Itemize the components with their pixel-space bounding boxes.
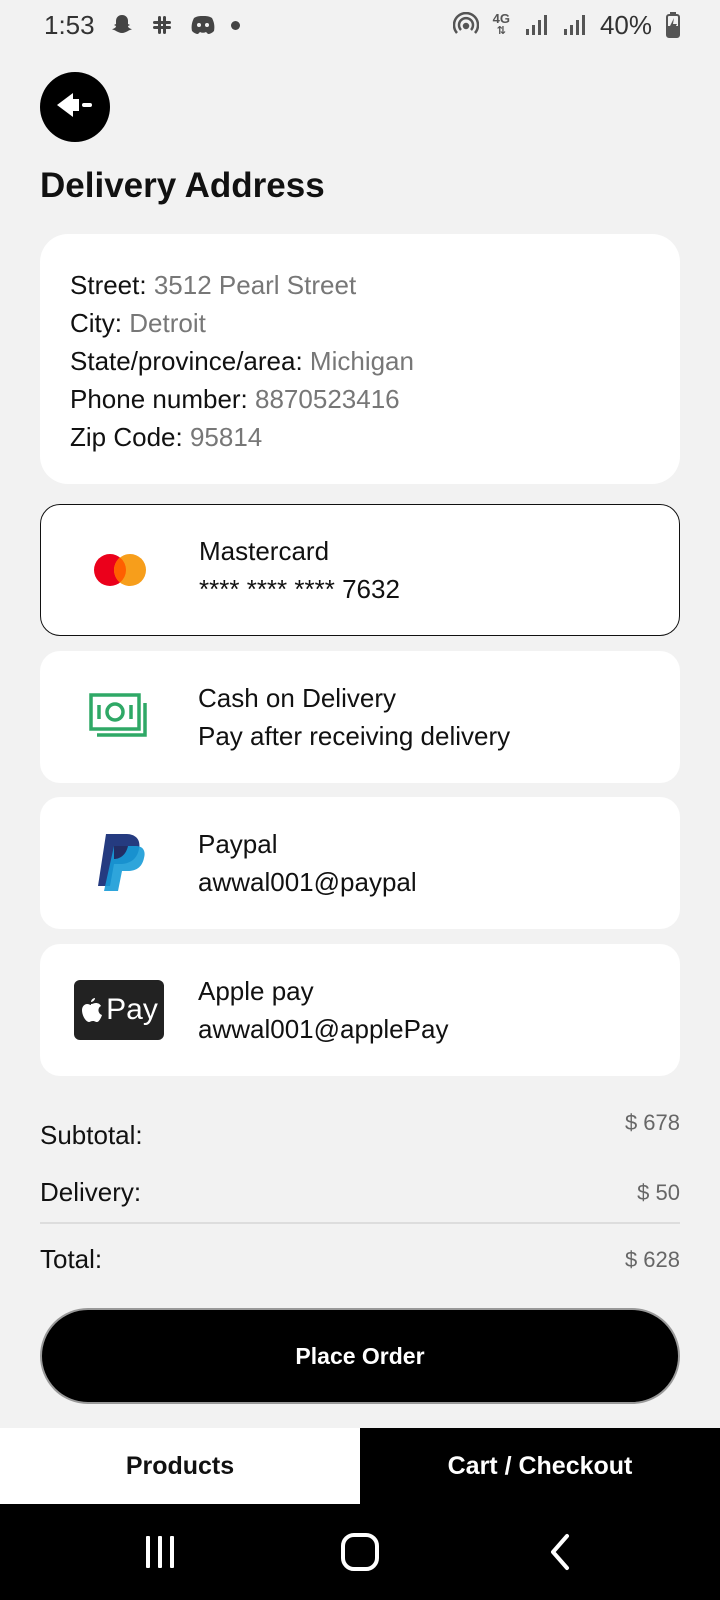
apple-pay-icon: Pay xyxy=(40,980,198,1040)
delivery-value: $ 50 xyxy=(637,1180,680,1205)
street-value: 3512 Pearl Street xyxy=(153,270,357,300)
subtotal-row: Subtotal: $ 678 xyxy=(40,1110,680,1151)
payment-option-apple-pay[interactable]: Pay Apple pay awwal001@applePay xyxy=(40,944,680,1076)
payment-detail: Pay after receiving delivery xyxy=(198,721,511,751)
total-value: $ 628 xyxy=(624,1247,680,1272)
status-bar: 1:53 4G ⇅ 40% xyxy=(0,0,720,50)
address-zip-row: Zip Code: 95814 xyxy=(70,418,650,456)
place-order-button[interactable]: Place Order xyxy=(40,1308,680,1404)
city-value: Detroit xyxy=(129,308,206,338)
state-value: Michigan xyxy=(309,346,414,376)
battery-percent: 40% xyxy=(599,9,652,40)
payment-title: Cash on Delivery xyxy=(198,683,396,713)
street-label: Street: xyxy=(70,270,154,300)
status-time: 1:53 xyxy=(44,9,95,40)
zip-label: Zip Code: xyxy=(70,422,190,452)
data-arrows-icon: ⇅ xyxy=(496,25,506,37)
address-street-row: Street: 3512 Pearl Street xyxy=(70,266,650,304)
battery-charging-icon xyxy=(666,12,680,38)
apple-pay-badge-text: Pay xyxy=(106,993,158,1026)
state-label: State/province/area: xyxy=(70,346,310,376)
zip-value: 95814 xyxy=(189,422,263,452)
back-arrow-icon xyxy=(55,90,95,125)
address-card: Street: 3512 Pearl Street City: Detroit … xyxy=(40,234,680,484)
payment-title: Mastercard xyxy=(199,536,330,566)
payment-detail: awwal001@paypal xyxy=(198,867,417,897)
discord-icon xyxy=(189,12,217,38)
payment-option-cash[interactable]: Cash on Delivery Pay after receiving del… xyxy=(40,651,680,783)
address-city-row: City: Detroit xyxy=(70,304,650,342)
payment-title: Apple pay xyxy=(198,976,314,1006)
slack-icon xyxy=(149,12,175,38)
snapchat-icon xyxy=(109,12,135,38)
delivery-row: Delivery: $ 50 xyxy=(40,1177,680,1208)
summary-divider xyxy=(40,1222,680,1224)
hotspot-icon xyxy=(452,12,479,38)
signal-icon-2 xyxy=(562,13,586,37)
payment-option-mastercard[interactable]: Mastercard **** **** **** 7632 xyxy=(40,504,680,636)
signal-icon xyxy=(524,13,548,37)
payment-title: Paypal xyxy=(198,829,278,859)
bottom-tab-bar: Products Cart / Checkout xyxy=(0,1428,720,1504)
subtotal-label: Subtotal: xyxy=(40,1120,143,1150)
mastercard-icon xyxy=(41,550,199,590)
status-right: 4G ⇅ 40% xyxy=(452,9,680,41)
total-row: Total: $ 628 xyxy=(40,1244,680,1275)
back-nav-button[interactable] xyxy=(520,1522,600,1582)
home-button[interactable] xyxy=(320,1522,400,1582)
network-type-icon: 4G ⇅ xyxy=(492,11,510,37)
recent-apps-icon xyxy=(146,1536,174,1568)
total-label: Total: xyxy=(40,1244,103,1274)
back-chevron-icon xyxy=(551,1534,569,1570)
address-state-row: State/province/area: Michigan xyxy=(70,342,650,380)
back-button[interactable] xyxy=(40,72,110,142)
system-nav-bar xyxy=(0,1504,720,1600)
delivery-label: Delivery: xyxy=(40,1177,142,1207)
notification-dot-icon xyxy=(230,20,240,30)
subtotal-value: $ 678 xyxy=(624,1110,680,1135)
apple-logo-icon xyxy=(82,998,103,1022)
city-label: City: xyxy=(70,308,130,338)
recent-apps-button[interactable] xyxy=(120,1522,200,1582)
phone-label: Phone number: xyxy=(70,384,256,414)
status-left: 1:53 xyxy=(44,10,240,41)
paypal-icon xyxy=(40,832,198,894)
network-type-label: 4G xyxy=(492,11,510,26)
tab-cart-checkout[interactable]: Cart / Checkout xyxy=(360,1428,720,1504)
payment-detail: awwal001@applePay xyxy=(198,1014,449,1044)
payment-option-paypal[interactable]: Paypal awwal001@paypal xyxy=(40,797,680,929)
tab-products[interactable]: Products xyxy=(0,1428,360,1504)
phone-value: 8870523416 xyxy=(255,384,400,414)
cash-icon xyxy=(40,693,198,741)
home-icon xyxy=(341,1533,379,1571)
address-phone-row: Phone number: 8870523416 xyxy=(70,380,650,418)
page-title: Delivery Address xyxy=(40,166,325,205)
payment-detail: **** **** **** 7632 xyxy=(199,574,400,604)
